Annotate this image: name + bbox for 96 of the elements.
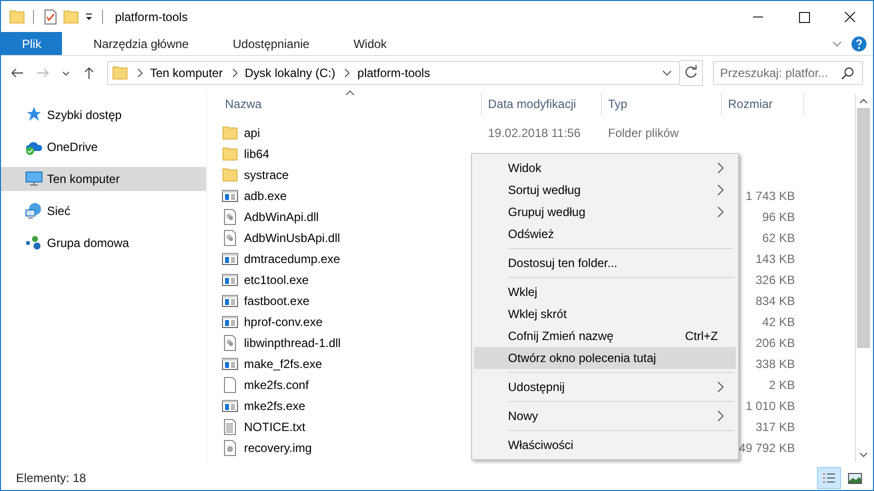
size-cell: 834 KB	[756, 294, 795, 308]
sidebar-item[interactable]: OneDrive	[1, 135, 206, 159]
menu-item[interactable]: Odśwież	[474, 223, 736, 245]
sidebar-item[interactable]: Ten komputer	[1, 167, 206, 191]
size-cell: 62 KB	[762, 230, 795, 244]
file-name[interactable]: fastboot.exe	[244, 294, 310, 308]
checklist-icon[interactable]	[42, 8, 58, 24]
menu-item[interactable]: Nowy	[474, 405, 736, 427]
column-header[interactable]: Rozmiar	[722, 92, 804, 116]
file-name[interactable]: api	[244, 126, 260, 140]
address-bar[interactable]: Ten komputer Dysk lokalny (C:) platform-tools	[107, 61, 680, 85]
date-cell: 19.02.2018 11:56	[488, 126, 581, 140]
globe-icon	[25, 202, 43, 220]
folder-icon	[222, 124, 238, 140]
document-icon	[222, 376, 238, 392]
help-icon[interactable]	[851, 36, 867, 52]
breadcrumb[interactable]: platform-tools	[357, 66, 430, 80]
file-name[interactable]: AdbWinApi.dll	[244, 210, 319, 224]
menu-item[interactable]: Dostosuj ten folder...	[474, 252, 736, 274]
ribbon-tab[interactable]: Widok	[335, 32, 405, 55]
window-icon	[222, 356, 238, 372]
window-icon	[222, 314, 238, 330]
search-field[interactable]: Przeszukaj: platfor...	[713, 61, 863, 85]
window-icon	[222, 398, 238, 414]
ribbon-tab[interactable]: Plik	[1, 32, 62, 55]
menu-item[interactable]: Cofnij Zmień nazwę Ctrl+Z	[474, 325, 736, 347]
file-name[interactable]: lib64	[244, 146, 270, 160]
file-name[interactable]: etc1tool.exe	[244, 272, 309, 286]
folder-icon	[112, 65, 128, 81]
text-document-icon	[222, 418, 238, 434]
size-cell: 338 KB	[756, 356, 795, 370]
menu-item[interactable]: Udostępnij	[474, 376, 736, 398]
file-name[interactable]: make_f2fs.exe	[244, 356, 322, 370]
window-icon	[222, 250, 238, 266]
column-header[interactable]: Typ	[602, 92, 722, 116]
scroll-thumb[interactable]	[857, 108, 870, 348]
size-cell: 326 KB	[756, 272, 795, 286]
file-name[interactable]: NOTICE.txt	[244, 420, 306, 434]
sidebar-item[interactable]: Sieć	[1, 199, 206, 223]
star-icon	[25, 106, 43, 124]
menu-item[interactable]: Sortuj według	[474, 179, 736, 201]
gear-document-icon	[222, 334, 238, 350]
file-name[interactable]: AdbWinUsbApi.dll	[244, 230, 340, 244]
gear-document-icon	[222, 208, 238, 224]
file-name[interactable]: dmtracedump.exe	[244, 252, 340, 266]
file-name[interactable]: recovery.img	[244, 440, 312, 454]
menu-item[interactable]: Grupuj według	[474, 201, 736, 223]
window-title: platform-tools	[115, 10, 188, 24]
breadcrumb[interactable]: Ten komputer	[150, 66, 223, 80]
menu-item[interactable]: Otwórz okno polecenia tutaj	[474, 347, 736, 369]
shortcut-text: Ctrl+Z	[685, 329, 718, 343]
size-cell: 206 KB	[756, 336, 795, 350]
file-name[interactable]: hprof-conv.exe	[244, 314, 322, 328]
file-name[interactable]: systrace	[244, 168, 289, 182]
size-cell: 1 010 KB	[746, 398, 795, 412]
sort-caret-icon[interactable]	[345, 90, 355, 96]
sidebar-item[interactable]: Grupa domowa	[1, 231, 206, 255]
file-name[interactable]: libwinpthread-1.dll	[244, 336, 341, 350]
window-icon	[222, 272, 238, 288]
chevron-right-icon[interactable]	[136, 68, 144, 78]
chevron-right-icon[interactable]	[343, 68, 352, 78]
menu-item[interactable]: Wklej skrót	[474, 303, 736, 325]
size-cell: 96 KB	[762, 210, 795, 224]
size-cell: 42 KB	[762, 314, 795, 328]
size-cell: 2 KB	[768, 378, 795, 392]
menu-item[interactable]: Wklej	[474, 281, 736, 303]
breadcrumb[interactable]: Dysk lokalny (C:)	[244, 66, 336, 80]
gear-document-icon	[222, 230, 238, 246]
type-cell: Folder plików	[608, 126, 679, 140]
column-header[interactable]: Nazwa	[219, 92, 482, 116]
column-header[interactable]: Data modyfikacji	[482, 92, 602, 116]
disc-document-icon	[222, 440, 238, 456]
sidebar-item[interactable]: Szybki dostęp	[1, 103, 206, 127]
window-icon	[222, 188, 238, 204]
menu-item[interactable]: Właściwości	[474, 434, 736, 456]
item-count: Elementy: 18	[16, 471, 86, 485]
size-cell: 49 792 KB	[738, 440, 795, 454]
ribbon-tab[interactable]: Udostępnianie	[214, 32, 328, 55]
chevron-right-icon[interactable]	[230, 68, 239, 78]
dots-icon	[25, 234, 43, 252]
details-view-icon[interactable]	[817, 467, 841, 489]
file-name[interactable]: mke2fs.exe	[244, 398, 306, 412]
window-icon	[222, 292, 238, 308]
refresh-icon[interactable]	[680, 60, 703, 86]
scrollbar[interactable]	[855, 94, 871, 462]
file-name[interactable]: adb.exe	[244, 188, 287, 202]
menu-item[interactable]: Widok	[474, 157, 736, 179]
file-name[interactable]: mke2fs.conf	[244, 378, 309, 392]
search-icon[interactable]	[841, 66, 855, 80]
monitor-icon	[25, 170, 43, 188]
size-cell: 1 743 KB	[746, 188, 795, 202]
size-cell: 143 KB	[756, 252, 795, 266]
size-cell: 317 KB	[756, 420, 795, 434]
folder-icon	[222, 166, 238, 182]
ribbon-tab[interactable]: Narzędzia główne	[75, 32, 207, 55]
folder-icon	[222, 146, 238, 162]
